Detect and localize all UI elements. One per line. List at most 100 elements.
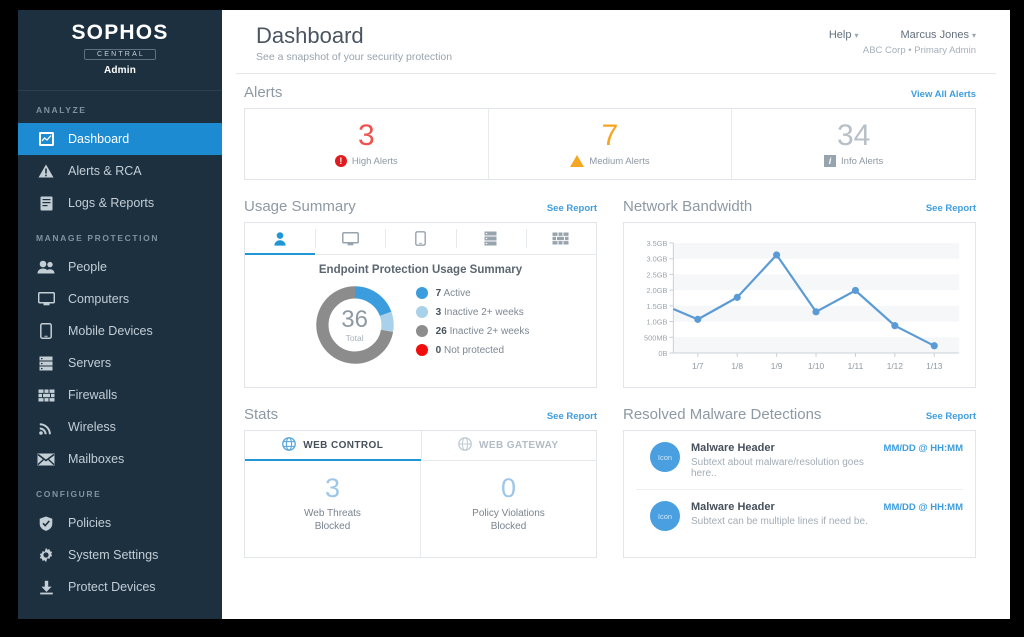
- info-alert-label-row: i Info Alerts: [824, 155, 884, 168]
- sidebar-item-computers[interactable]: Computers: [18, 283, 222, 315]
- sidebar-item-label: Alerts & RCA: [68, 164, 142, 178]
- usage-tab-servers[interactable]: [455, 223, 526, 254]
- legend-label-inactive-gray: 26 Inactive 2+ weeks: [435, 325, 530, 337]
- svg-text:1/12: 1/12: [887, 361, 904, 371]
- legend-item-active: 7 Active: [415, 287, 530, 300]
- malware-list-item[interactable]: Icon Malware Header Subtext about malwar…: [636, 431, 963, 489]
- report-document-icon: [36, 194, 56, 212]
- sidebar-item-mobile-devices[interactable]: Mobile Devices: [18, 315, 222, 347]
- legend-item-inactive-gray: 26 Inactive 2+ weeks: [415, 325, 530, 338]
- sidebar-item-label: Protect Devices: [68, 580, 156, 594]
- main-content: Dashboard See a snapshot of your securit…: [222, 10, 1010, 619]
- chevron-down-icon: ▾: [971, 31, 976, 40]
- sidebar-group-configure: CONFIGURE: [36, 489, 102, 499]
- stats-tab-web-gateway[interactable]: WEB GATEWAY: [420, 431, 597, 461]
- info-alert-label: Info Alerts: [841, 155, 884, 167]
- alerts-title: Alerts: [244, 84, 283, 102]
- sidebar-item-system-settings[interactable]: System Settings: [18, 539, 222, 571]
- help-menu[interactable]: Help ▾: [829, 29, 859, 41]
- legend-label-active: 7 Active: [435, 287, 471, 299]
- alert-cell-medium[interactable]: 7 Medium Alerts: [487, 109, 732, 180]
- stats-see-report-link[interactable]: See Report: [547, 411, 597, 422]
- sidebar-item-mailboxes[interactable]: Mailboxes: [18, 443, 222, 475]
- sidebar-item-label: Wireless: [68, 420, 116, 434]
- sidebar-item-protect-devices[interactable]: Protect Devices: [18, 571, 222, 603]
- policy-violations-count: 0: [500, 473, 517, 504]
- legend-dot-active: [415, 287, 428, 300]
- app-window: SOPHOS CENTRAL Admin ANALYZE Dashboard A…: [18, 10, 1010, 619]
- sidebar-item-logs-reports[interactable]: Logs & Reports: [18, 187, 222, 219]
- alert-cell-high[interactable]: 3 ! High Alerts: [245, 109, 488, 179]
- alert-cell-info[interactable]: 34 i Info Alerts: [731, 109, 975, 180]
- stats-panel: Stats See Report WEB CONTROL WEB GATEWAY…: [244, 406, 597, 559]
- legend-label-inactive-light: 3 Inactive 2+ weeks: [435, 306, 524, 318]
- donut-center-label: 36 Total: [312, 282, 398, 368]
- download-icon: [36, 578, 56, 596]
- row-usage-network: Usage Summary See Report Endpoint Protec…: [244, 198, 976, 389]
- sidebar-item-label: People: [68, 260, 107, 274]
- sidebar-item-people[interactable]: People: [18, 251, 222, 283]
- mobile-phone-icon: [36, 322, 56, 340]
- sidebar-item-alerts-rca[interactable]: Alerts & RCA: [18, 155, 222, 187]
- content-area: Alerts View All Alerts 3 ! High Alerts 7…: [222, 74, 1010, 559]
- user-menu[interactable]: Marcus Jones ▾: [901, 29, 977, 41]
- sidebar-item-firewalls[interactable]: Firewalls: [18, 379, 222, 411]
- sidebar-item-label: Logs & Reports: [68, 196, 155, 210]
- info-alert-count: 34: [836, 119, 871, 153]
- usage-tab-mobile[interactable]: [385, 223, 455, 254]
- stats-card: WEB CONTROL WEB GATEWAY 3 Web Threats Bl…: [244, 430, 597, 559]
- view-all-alerts-link[interactable]: View All Alerts: [911, 89, 976, 100]
- usage-summary-panel: Usage Summary See Report Endpoint Protec…: [244, 198, 597, 389]
- svg-text:2.5GB: 2.5GB: [647, 271, 668, 280]
- malware-avatar-icon: Icon: [650, 442, 680, 473]
- wifi-icon: [36, 418, 56, 436]
- server-rack-icon: [484, 231, 497, 246]
- network-title: Network Bandwidth: [623, 198, 753, 216]
- usage-tab-computers[interactable]: [315, 223, 385, 254]
- person-icon: [274, 231, 286, 246]
- malware-row-body: Malware Header Subtext can be multiple l…: [691, 501, 884, 527]
- sidebar-item-wireless[interactable]: Wireless: [18, 411, 222, 443]
- sidebar-item-dashboard[interactable]: Dashboard: [18, 123, 222, 155]
- legend-dot-inactive-gray: [415, 325, 428, 338]
- stats-tab-web-control[interactable]: WEB CONTROL: [245, 431, 421, 462]
- malware-avatar-icon: Icon: [650, 501, 680, 532]
- malware-row-header: Malware Header: [691, 442, 775, 455]
- network-see-report-link[interactable]: See Report: [926, 203, 976, 214]
- page-heading-block: Dashboard See a snapshot of your securit…: [256, 23, 452, 63]
- sidebar-item-servers[interactable]: Servers: [18, 347, 222, 379]
- user-name: Marcus Jones: [900, 29, 969, 41]
- high-alert-icon: !: [334, 155, 347, 168]
- donut-total-caption: Total: [345, 332, 364, 343]
- warning-triangle-icon: [36, 162, 56, 180]
- usage-see-report-link[interactable]: See Report: [547, 203, 597, 214]
- sidebar-item-label: Computers: [68, 292, 130, 306]
- usage-chart-title: Endpoint Protection Usage Summary: [318, 264, 523, 277]
- usage-chart-row: 36 Total 7 Active 3 Inactive 2+ weeks 26…: [255, 282, 586, 368]
- usage-summary-card: Endpoint Protection Usage Summary 36 Tot…: [244, 222, 597, 389]
- malware-row-timestamp: MM/DD @ HH:MM: [883, 502, 963, 514]
- brand-logo: SOPHOS CENTRAL Admin: [18, 10, 222, 86]
- malware-see-report-link[interactable]: See Report: [926, 411, 976, 422]
- legend-label-not-protected: 0 Not protected: [435, 344, 505, 356]
- web-threats-count: 3: [324, 473, 341, 504]
- malware-card: Icon Malware Header Subtext about malwar…: [623, 430, 976, 559]
- malware-list-item[interactable]: Icon Malware Header Subtext can be multi…: [636, 489, 963, 541]
- usage-tab-endpoint[interactable]: [245, 223, 316, 256]
- stat-cell-policy-violations: 0 Policy Violations Blocked: [420, 461, 596, 558]
- alerts-card: 3 ! High Alerts 7 Medium Alerts 34 i Inf…: [244, 108, 976, 181]
- stats-tab-label: WEB CONTROL: [303, 440, 384, 452]
- sidebar-item-policies[interactable]: Policies: [18, 507, 222, 539]
- svg-text:0B: 0B: [658, 349, 667, 358]
- usage-donut-chart: 36 Total: [312, 282, 398, 368]
- legend-dot-inactive-light: [415, 306, 428, 319]
- page-title: Dashboard: [256, 23, 364, 48]
- legend-dot-not-protected: [415, 344, 428, 357]
- svg-text:3.5GB: 3.5GB: [647, 239, 668, 248]
- sidebar-item-label: Firewalls: [68, 388, 118, 402]
- usage-tab-firewalls[interactable]: [525, 223, 596, 254]
- medium-alert-label-row: Medium Alerts: [570, 155, 650, 168]
- brand-role: Admin: [103, 65, 137, 76]
- medium-alert-icon: [570, 155, 585, 168]
- row-stats-malware: Stats See Report WEB CONTROL WEB GATEWAY…: [244, 406, 976, 559]
